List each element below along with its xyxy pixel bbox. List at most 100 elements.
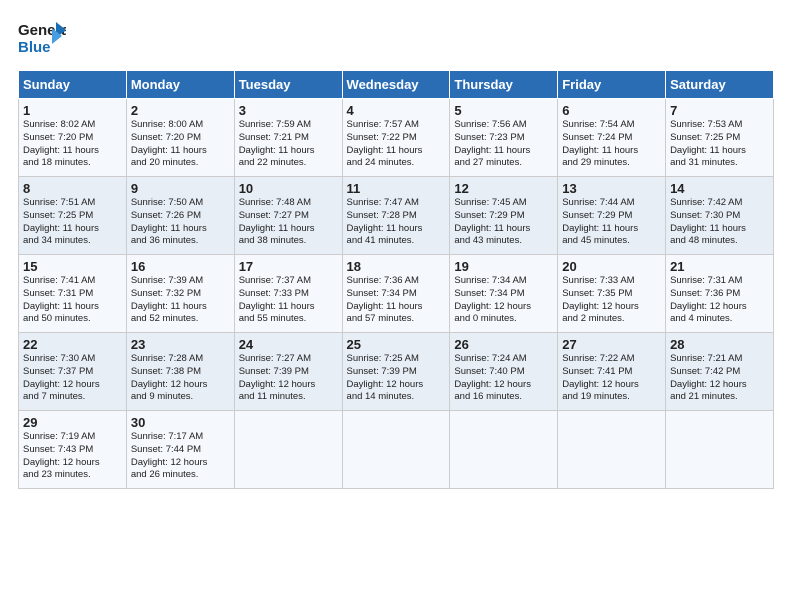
calendar-table: SundayMondayTuesdayWednesdayThursdayFrid… bbox=[18, 70, 774, 489]
calendar-cell: 13Sunrise: 7:44 AM Sunset: 7:29 PM Dayli… bbox=[558, 177, 666, 255]
day-info: Sunrise: 7:31 AM Sunset: 7:36 PM Dayligh… bbox=[670, 275, 769, 326]
calendar-cell bbox=[342, 411, 450, 489]
day-number: 27 bbox=[562, 337, 661, 352]
calendar-cell: 9Sunrise: 7:50 AM Sunset: 7:26 PM Daylig… bbox=[126, 177, 234, 255]
day-number: 9 bbox=[131, 181, 230, 196]
calendar-day-header: Tuesday bbox=[234, 71, 342, 99]
calendar-cell: 18Sunrise: 7:36 AM Sunset: 7:34 PM Dayli… bbox=[342, 255, 450, 333]
calendar-cell: 23Sunrise: 7:28 AM Sunset: 7:38 PM Dayli… bbox=[126, 333, 234, 411]
day-info: Sunrise: 7:50 AM Sunset: 7:26 PM Dayligh… bbox=[131, 197, 230, 248]
day-number: 15 bbox=[23, 259, 122, 274]
calendar-cell: 11Sunrise: 7:47 AM Sunset: 7:28 PM Dayli… bbox=[342, 177, 450, 255]
day-number: 19 bbox=[454, 259, 553, 274]
day-number: 4 bbox=[347, 103, 446, 118]
day-info: Sunrise: 7:34 AM Sunset: 7:34 PM Dayligh… bbox=[454, 275, 553, 326]
calendar-cell: 22Sunrise: 7:30 AM Sunset: 7:37 PM Dayli… bbox=[19, 333, 127, 411]
logo: GeneralBlue bbox=[18, 18, 66, 60]
calendar-day-header: Wednesday bbox=[342, 71, 450, 99]
calendar-day-header: Thursday bbox=[450, 71, 558, 99]
page: GeneralBlue SundayMondayTuesdayWednesday… bbox=[0, 0, 792, 499]
day-info: Sunrise: 7:36 AM Sunset: 7:34 PM Dayligh… bbox=[347, 275, 446, 326]
calendar-week-row: 8Sunrise: 7:51 AM Sunset: 7:25 PM Daylig… bbox=[19, 177, 774, 255]
day-info: Sunrise: 7:21 AM Sunset: 7:42 PM Dayligh… bbox=[670, 353, 769, 404]
day-info: Sunrise: 7:45 AM Sunset: 7:29 PM Dayligh… bbox=[454, 197, 553, 248]
day-info: Sunrise: 7:19 AM Sunset: 7:43 PM Dayligh… bbox=[23, 431, 122, 482]
calendar-cell: 20Sunrise: 7:33 AM Sunset: 7:35 PM Dayli… bbox=[558, 255, 666, 333]
calendar-cell: 29Sunrise: 7:19 AM Sunset: 7:43 PM Dayli… bbox=[19, 411, 127, 489]
calendar-cell: 2Sunrise: 8:00 AM Sunset: 7:20 PM Daylig… bbox=[126, 99, 234, 177]
calendar-day-header: Saturday bbox=[666, 71, 774, 99]
day-number: 21 bbox=[670, 259, 769, 274]
day-number: 10 bbox=[239, 181, 338, 196]
day-number: 2 bbox=[131, 103, 230, 118]
calendar-day-header: Monday bbox=[126, 71, 234, 99]
calendar-cell: 1Sunrise: 8:02 AM Sunset: 7:20 PM Daylig… bbox=[19, 99, 127, 177]
calendar-cell: 15Sunrise: 7:41 AM Sunset: 7:31 PM Dayli… bbox=[19, 255, 127, 333]
day-info: Sunrise: 7:17 AM Sunset: 7:44 PM Dayligh… bbox=[131, 431, 230, 482]
day-info: Sunrise: 7:53 AM Sunset: 7:25 PM Dayligh… bbox=[670, 119, 769, 170]
day-number: 5 bbox=[454, 103, 553, 118]
day-number: 29 bbox=[23, 415, 122, 430]
calendar-header-row: SundayMondayTuesdayWednesdayThursdayFrid… bbox=[19, 71, 774, 99]
svg-text:Blue: Blue bbox=[18, 39, 51, 56]
day-info: Sunrise: 7:59 AM Sunset: 7:21 PM Dayligh… bbox=[239, 119, 338, 170]
day-info: Sunrise: 7:44 AM Sunset: 7:29 PM Dayligh… bbox=[562, 197, 661, 248]
day-info: Sunrise: 7:28 AM Sunset: 7:38 PM Dayligh… bbox=[131, 353, 230, 404]
day-info: Sunrise: 7:39 AM Sunset: 7:32 PM Dayligh… bbox=[131, 275, 230, 326]
day-number: 12 bbox=[454, 181, 553, 196]
calendar-cell: 24Sunrise: 7:27 AM Sunset: 7:39 PM Dayli… bbox=[234, 333, 342, 411]
day-number: 30 bbox=[131, 415, 230, 430]
calendar-cell: 26Sunrise: 7:24 AM Sunset: 7:40 PM Dayli… bbox=[450, 333, 558, 411]
day-number: 13 bbox=[562, 181, 661, 196]
day-info: Sunrise: 7:54 AM Sunset: 7:24 PM Dayligh… bbox=[562, 119, 661, 170]
calendar-cell bbox=[450, 411, 558, 489]
calendar-cell: 21Sunrise: 7:31 AM Sunset: 7:36 PM Dayli… bbox=[666, 255, 774, 333]
day-number: 28 bbox=[670, 337, 769, 352]
calendar-cell: 27Sunrise: 7:22 AM Sunset: 7:41 PM Dayli… bbox=[558, 333, 666, 411]
day-number: 20 bbox=[562, 259, 661, 274]
calendar-cell: 7Sunrise: 7:53 AM Sunset: 7:25 PM Daylig… bbox=[666, 99, 774, 177]
day-number: 14 bbox=[670, 181, 769, 196]
calendar-cell: 17Sunrise: 7:37 AM Sunset: 7:33 PM Dayli… bbox=[234, 255, 342, 333]
day-info: Sunrise: 7:30 AM Sunset: 7:37 PM Dayligh… bbox=[23, 353, 122, 404]
calendar-cell: 4Sunrise: 7:57 AM Sunset: 7:22 PM Daylig… bbox=[342, 99, 450, 177]
calendar-week-row: 22Sunrise: 7:30 AM Sunset: 7:37 PM Dayli… bbox=[19, 333, 774, 411]
day-info: Sunrise: 7:41 AM Sunset: 7:31 PM Dayligh… bbox=[23, 275, 122, 326]
day-number: 3 bbox=[239, 103, 338, 118]
day-info: Sunrise: 7:24 AM Sunset: 7:40 PM Dayligh… bbox=[454, 353, 553, 404]
calendar-cell: 6Sunrise: 7:54 AM Sunset: 7:24 PM Daylig… bbox=[558, 99, 666, 177]
day-number: 11 bbox=[347, 181, 446, 196]
day-info: Sunrise: 8:00 AM Sunset: 7:20 PM Dayligh… bbox=[131, 119, 230, 170]
calendar-cell bbox=[666, 411, 774, 489]
calendar-day-header: Friday bbox=[558, 71, 666, 99]
day-number: 26 bbox=[454, 337, 553, 352]
day-number: 1 bbox=[23, 103, 122, 118]
day-info: Sunrise: 7:57 AM Sunset: 7:22 PM Dayligh… bbox=[347, 119, 446, 170]
day-info: Sunrise: 7:56 AM Sunset: 7:23 PM Dayligh… bbox=[454, 119, 553, 170]
day-info: Sunrise: 7:47 AM Sunset: 7:28 PM Dayligh… bbox=[347, 197, 446, 248]
day-number: 6 bbox=[562, 103, 661, 118]
calendar-cell: 14Sunrise: 7:42 AM Sunset: 7:30 PM Dayli… bbox=[666, 177, 774, 255]
day-info: Sunrise: 7:33 AM Sunset: 7:35 PM Dayligh… bbox=[562, 275, 661, 326]
calendar-week-row: 15Sunrise: 7:41 AM Sunset: 7:31 PM Dayli… bbox=[19, 255, 774, 333]
calendar-week-row: 29Sunrise: 7:19 AM Sunset: 7:43 PM Dayli… bbox=[19, 411, 774, 489]
day-number: 23 bbox=[131, 337, 230, 352]
day-info: Sunrise: 7:51 AM Sunset: 7:25 PM Dayligh… bbox=[23, 197, 122, 248]
calendar-cell: 8Sunrise: 7:51 AM Sunset: 7:25 PM Daylig… bbox=[19, 177, 127, 255]
day-info: Sunrise: 7:42 AM Sunset: 7:30 PM Dayligh… bbox=[670, 197, 769, 248]
calendar-cell: 3Sunrise: 7:59 AM Sunset: 7:21 PM Daylig… bbox=[234, 99, 342, 177]
day-number: 17 bbox=[239, 259, 338, 274]
day-number: 7 bbox=[670, 103, 769, 118]
calendar-cell: 12Sunrise: 7:45 AM Sunset: 7:29 PM Dayli… bbox=[450, 177, 558, 255]
calendar-day-header: Sunday bbox=[19, 71, 127, 99]
day-info: Sunrise: 7:25 AM Sunset: 7:39 PM Dayligh… bbox=[347, 353, 446, 404]
day-number: 25 bbox=[347, 337, 446, 352]
calendar-cell bbox=[234, 411, 342, 489]
day-info: Sunrise: 7:48 AM Sunset: 7:27 PM Dayligh… bbox=[239, 197, 338, 248]
day-number: 18 bbox=[347, 259, 446, 274]
calendar-cell: 25Sunrise: 7:25 AM Sunset: 7:39 PM Dayli… bbox=[342, 333, 450, 411]
header: GeneralBlue bbox=[18, 18, 774, 60]
day-info: Sunrise: 7:27 AM Sunset: 7:39 PM Dayligh… bbox=[239, 353, 338, 404]
calendar-cell bbox=[558, 411, 666, 489]
day-number: 16 bbox=[131, 259, 230, 274]
